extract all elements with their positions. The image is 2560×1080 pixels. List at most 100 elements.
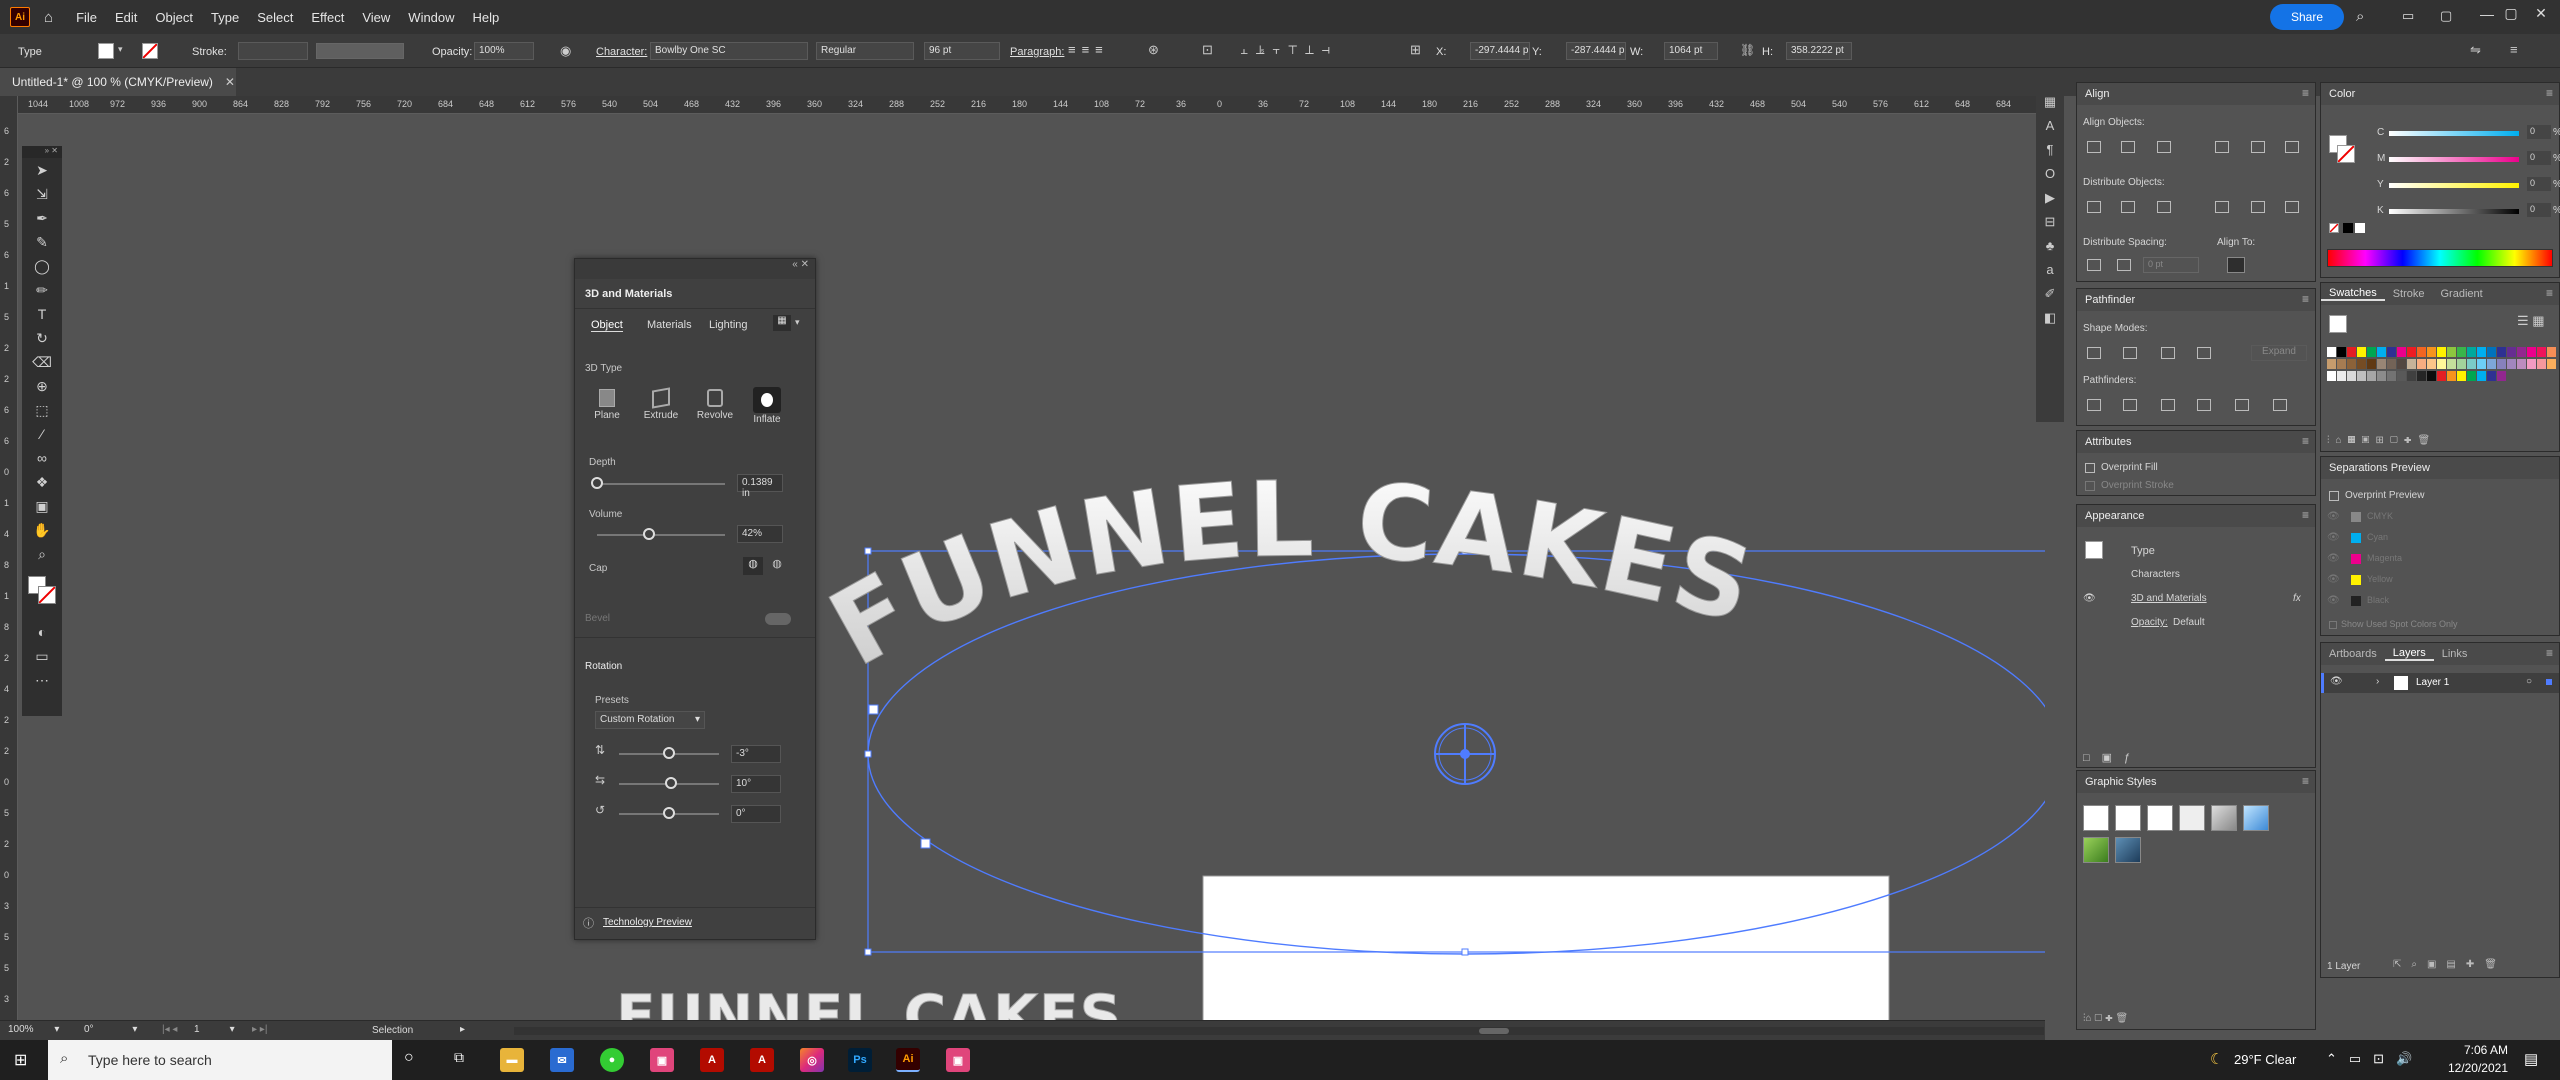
color-swatch[interactable] xyxy=(2337,371,2346,381)
chrome-icon[interactable]: ● xyxy=(600,1048,624,1072)
maximize-button[interactable]: ▢ xyxy=(2494,5,2528,22)
color-swatch[interactable] xyxy=(2347,359,2356,369)
color-swatch[interactable] xyxy=(2457,371,2466,381)
color-swatch[interactable] xyxy=(2407,359,2416,369)
shape-builder-icon[interactable]: ⊕ xyxy=(22,374,62,398)
menu-view[interactable]: View xyxy=(353,10,399,25)
brushes-icon[interactable]: ✐ xyxy=(2036,282,2064,306)
eye-icon[interactable]: 👁 xyxy=(2327,595,2340,606)
technology-preview-link[interactable]: Technology Preview xyxy=(603,917,692,928)
chevron-down-icon[interactable]: ▾ xyxy=(118,44,123,55)
color-swatch[interactable] xyxy=(2367,347,2376,357)
tab-artboards[interactable]: Artboards xyxy=(2321,648,2385,660)
panel-menu-icon[interactable]: ≡ xyxy=(2302,774,2309,788)
color-spectrum[interactable] xyxy=(2327,249,2553,267)
tray-icons[interactable]: ⌃▭⊡🔊 xyxy=(2326,1051,2424,1067)
color-swatch[interactable] xyxy=(2427,359,2436,369)
menu-type[interactable]: Type xyxy=(202,10,248,25)
ellipse-tool-icon[interactable]: ◯ xyxy=(22,254,62,278)
color-swatch[interactable] xyxy=(2417,359,2426,369)
libraries-icon[interactable]: ▦ xyxy=(2036,90,2064,114)
mail-icon[interactable]: ✉ xyxy=(550,1048,574,1072)
color-swatch[interactable] xyxy=(2437,347,2446,357)
color-swatch[interactable] xyxy=(2507,359,2516,369)
color-swatch[interactable] xyxy=(2437,359,2446,369)
color-swatch[interactable] xyxy=(2417,371,2426,381)
link-proportions-icon[interactable]: ⛓ xyxy=(1740,43,1755,57)
panel-header[interactable]: « ✕ xyxy=(575,259,815,279)
y-field[interactable]: -287.4444 p xyxy=(1566,42,1626,60)
font-family-field[interactable]: Bowlby One SC xyxy=(650,42,808,60)
color-swatch[interactable] xyxy=(2427,371,2436,381)
panel-menu-icon[interactable]: ≡ xyxy=(2546,646,2553,660)
color-swatch[interactable] xyxy=(2527,359,2536,369)
photoshop-icon[interactable]: Ps xyxy=(848,1048,872,1072)
pencil-tool-icon[interactable]: ✏ xyxy=(22,278,62,302)
type-plane-button[interactable]: Plane xyxy=(589,387,625,437)
zoom-field[interactable]: 100% ▾ xyxy=(8,1024,68,1035)
color-swatch[interactable] xyxy=(2517,359,2526,369)
clock-time[interactable]: 7:06 AM xyxy=(2446,1043,2508,1057)
expand-layer-icon[interactable]: › xyxy=(2376,676,2379,687)
layers-footer-icons[interactable]: ⇱⌕▣▤✚🗑 xyxy=(2393,959,2507,970)
character-label[interactable]: Character: xyxy=(596,46,647,58)
tab-object[interactable]: Object xyxy=(591,319,623,332)
zoom-tool-icon[interactable]: ⌕ xyxy=(22,542,62,566)
tab-lighting[interactable]: Lighting xyxy=(709,319,748,331)
color-swatch[interactable] xyxy=(2487,359,2496,369)
align-to-icon[interactable]: ⊡ xyxy=(1202,42,1213,58)
home-icon[interactable]: ⌂ xyxy=(44,9,53,26)
scrollbar-thumb[interactable] xyxy=(1479,1028,1509,1034)
volume-field[interactable]: 42% xyxy=(737,525,783,543)
overprint-fill-checkbox[interactable] xyxy=(2085,463,2095,473)
swatches-footer-icons[interactable]: ⫶⌂▦▣⊞▢✚🗑 xyxy=(2327,435,2436,446)
reference-point-icon[interactable]: ⊞ xyxy=(1410,42,1421,58)
cap-off-icon[interactable]: ◍ xyxy=(767,557,787,575)
type-tool-icon[interactable]: T xyxy=(22,302,62,326)
panel-menu-icon[interactable]: ≡ xyxy=(2302,86,2309,100)
color-swatch[interactable] xyxy=(2507,347,2516,357)
color-swatch[interactable] xyxy=(2357,347,2366,357)
color-swatch[interactable] xyxy=(2397,359,2406,369)
color-swatch[interactable] xyxy=(2377,359,2386,369)
clock-date[interactable]: 12/20/2021 xyxy=(2446,1061,2508,1075)
rotate-y-knob[interactable] xyxy=(665,777,677,789)
color-swatch[interactable] xyxy=(2487,347,2496,357)
color-swatch[interactable] xyxy=(2387,347,2396,357)
color-swatch[interactable] xyxy=(2367,359,2376,369)
acrobat-icon[interactable]: A xyxy=(700,1048,724,1072)
color-swatch[interactable] xyxy=(2337,347,2346,357)
creative-cloud-app-icon[interactable]: ▣ xyxy=(946,1048,970,1072)
menu-select[interactable]: Select xyxy=(248,10,302,25)
layer-row[interactable]: 👁 › Layer 1 ○ xyxy=(2321,673,2559,693)
type-inflate-button[interactable]: Inflate xyxy=(747,387,787,437)
actions-icon[interactable]: ▶ xyxy=(2036,186,2064,210)
horizontal-ruler[interactable]: 1044 1008 972 936 900 864 828 792 756 720 684 648 61… xyxy=(0,96,2045,114)
color-swatch[interactable] xyxy=(2537,359,2546,369)
close-tab-icon[interactable]: ✕ xyxy=(225,75,235,89)
eye-icon[interactable]: 👁 xyxy=(2327,553,2340,564)
free-transform-icon[interactable]: ⬚ xyxy=(22,398,62,422)
paragraph-align-icons[interactable]: ≡≡≡ xyxy=(1068,42,1109,57)
arrange-icon[interactable]: ▭ xyxy=(2402,8,2414,24)
color-guide-icon[interactable]: ◧ xyxy=(2036,306,2064,330)
file-explorer-icon[interactable]: ▬ xyxy=(500,1048,524,1072)
menu-object[interactable]: Object xyxy=(146,10,202,25)
edit-toolbar-icon[interactable]: ⋯ xyxy=(22,668,62,692)
hand-tool-icon[interactable]: ✋ xyxy=(22,518,62,542)
stroke-weight-field[interactable] xyxy=(238,42,308,60)
font-style-field[interactable]: Regular xyxy=(816,42,914,60)
overprint-preview-checkbox[interactable] xyxy=(2329,491,2339,501)
opacity-field[interactable]: 100% xyxy=(474,42,534,60)
type-extrude-button[interactable]: Extrude xyxy=(641,387,681,437)
tab-links[interactable]: Links xyxy=(2434,648,2476,660)
render-icon[interactable]: ▦ xyxy=(773,315,791,331)
direct-selection-tool-icon[interactable]: ⇲ xyxy=(22,182,62,206)
color-swatch[interactable] xyxy=(2447,347,2456,357)
cortana-icon[interactable]: ○ xyxy=(404,1049,414,1067)
asset-export-icon[interactable]: ⊟ xyxy=(2036,210,2064,234)
channel-value-k[interactable]: 0 xyxy=(2527,203,2551,217)
artwork[interactable]: FUNNEL CAKES FUNNEL CAKES FUNNEL CAKES xyxy=(18,114,2045,1020)
color-swatch[interactable] xyxy=(2327,359,2336,369)
color-swatch[interactable] xyxy=(2347,371,2356,381)
